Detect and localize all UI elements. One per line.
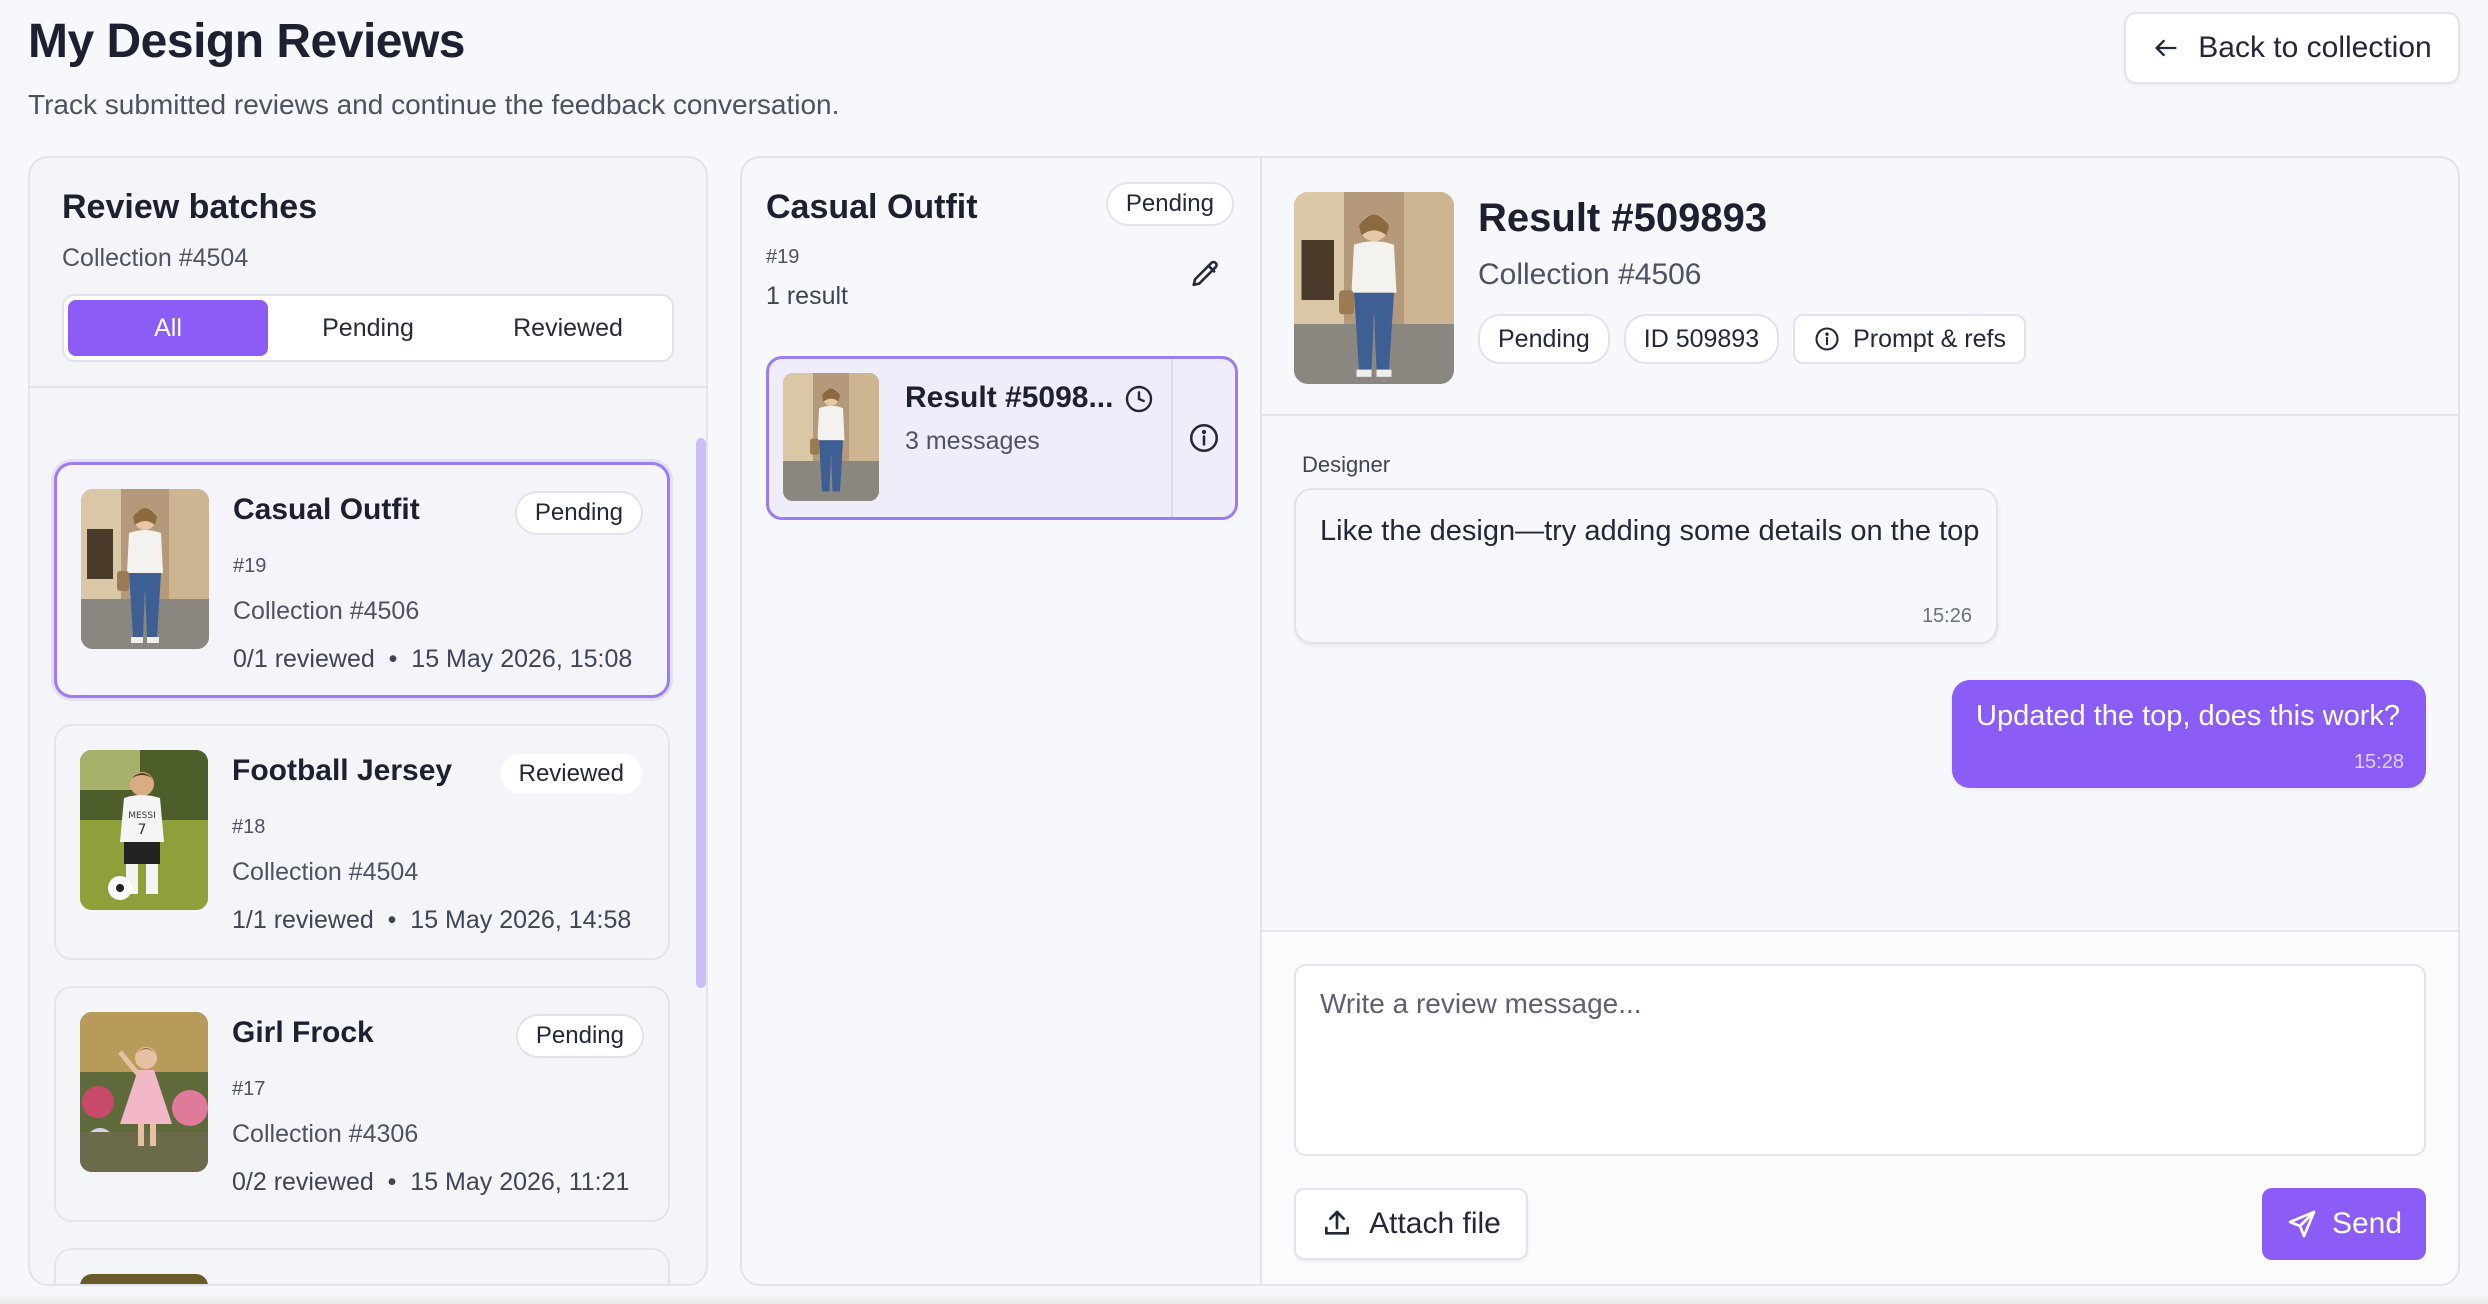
arrow-left-icon	[2152, 34, 2180, 62]
batch-collection: Collection #4306	[232, 1120, 419, 1148]
batch-card-casual-outfit[interactable]: Casual Outfit Pending #19 Collection #45…	[54, 462, 670, 698]
message-bubble-outgoing: Updated the top, does this work? 15:28	[1952, 680, 2426, 788]
result-card[interactable]: Result #5098... 3 messages	[766, 356, 1238, 520]
result-title: Result #509893	[1478, 196, 1768, 240]
message-time: 15:28	[2353, 751, 2404, 773]
filter-tab-reviewed[interactable]: Reviewed	[468, 300, 668, 356]
prompt-refs-label: Prompt & refs	[1853, 324, 2006, 353]
batches-collection: Collection #4504	[62, 244, 249, 272]
batch-date: 15 May 2026, 11:21	[410, 1168, 630, 1196]
status-badge: Pending	[514, 491, 643, 535]
send-icon	[2286, 1208, 2318, 1240]
result-collection: Collection #4506	[1478, 258, 1702, 291]
page-subtitle: Track submitted reviews and continue the…	[28, 89, 840, 120]
divider	[30, 386, 706, 388]
attach-file-button[interactable]: Attach file	[1294, 1188, 1528, 1260]
batch-progress: 1/1 reviewed	[232, 906, 374, 934]
batch-card-partial[interactable]	[54, 1248, 670, 1284]
filter-tab-all[interactable]: All	[68, 300, 268, 356]
batch-number: #18	[232, 816, 266, 838]
status-badge-label: Reviewed	[498, 752, 644, 796]
divider	[1171, 359, 1173, 517]
edit-icon[interactable]	[1188, 258, 1222, 297]
batch-number: #17	[232, 1078, 266, 1100]
batch-card-girl-frock[interactable]: Girl Frock Pending #17 Collection #4306 …	[54, 986, 670, 1222]
batch-list-scrollbar[interactable]	[696, 438, 706, 988]
attach-file-label: Attach file	[1369, 1207, 1501, 1240]
batch-result-count: 1 result	[766, 282, 848, 310]
review-batches-panel: Review batches Collection #4504 All Pend…	[28, 156, 708, 1286]
page-header: My Design Reviews Track submitted review…	[28, 14, 839, 121]
batch-detail-title: Casual Outfit	[766, 188, 978, 226]
result-id-badge: ID 509893	[1623, 314, 1780, 364]
clock-icon	[1123, 383, 1155, 420]
batch-thumbnail	[80, 1012, 208, 1172]
send-button[interactable]: Send	[2262, 1188, 2426, 1260]
batch-detail-column: Casual Outfit Pending #19 1 result Resul…	[742, 158, 1262, 1284]
batch-thumbnail	[81, 489, 209, 649]
result-thumbnail	[783, 373, 879, 501]
batch-meta: 1/1 reviewed • 15 May 2026, 14:58	[232, 906, 632, 934]
filter-tab-pending[interactable]: Pending	[268, 300, 468, 356]
batch-name: Girl Frock	[232, 1016, 374, 1049]
review-detail-panel: Casual Outfit Pending #19 1 result Resul…	[740, 156, 2460, 1286]
info-icon[interactable]	[1187, 421, 1221, 460]
page-title: My Design Reviews	[28, 15, 466, 68]
svg-text:7: 7	[138, 822, 147, 838]
message-bubble-incoming: Like the design—try adding some details …	[1294, 488, 1998, 644]
page-bottom-edge	[0, 1294, 2488, 1304]
status-badge-label: Pending	[1105, 182, 1234, 226]
batch-meta: 0/2 reviewed • 15 May 2026, 11:21	[232, 1168, 630, 1196]
batch-collection: Collection #4504	[232, 858, 419, 886]
batch-progress: 0/1 reviewed	[233, 645, 375, 673]
info-icon	[1813, 325, 1841, 353]
batch-collection: Collection #4506	[233, 597, 420, 625]
message-composer: Attach file Send	[1262, 930, 2458, 1284]
batch-number: #19	[233, 555, 267, 577]
status-badge: Pending	[1105, 182, 1234, 226]
batch-progress: 0/2 reviewed	[232, 1168, 374, 1196]
status-badge-label: Pending	[514, 491, 643, 535]
batches-title: Review batches	[62, 188, 318, 226]
batch-meta: 0/1 reviewed • 15 May 2026, 15:08	[233, 645, 633, 673]
svg-text:MESSI: MESSI	[128, 811, 156, 821]
send-label: Send	[2331, 1207, 2403, 1240]
batch-detail-number: #19	[766, 246, 800, 268]
status-badge: Reviewed	[498, 752, 644, 796]
message-text: Updated the top, does this work?	[1976, 700, 2400, 732]
batch-date: 15 May 2026, 15:08	[411, 645, 633, 673]
batch-thumbnail: MESSI 7	[80, 750, 208, 910]
prompt-refs-button[interactable]: Prompt & refs	[1793, 314, 2026, 364]
status-badge: Pending	[515, 1014, 644, 1058]
batch-date: 15 May 2026, 14:58	[410, 906, 632, 934]
back-to-collection-label: Back to collection	[2198, 31, 2432, 64]
status-badge-label: Pending	[515, 1014, 644, 1058]
upload-icon	[1321, 1208, 1353, 1240]
result-message-count: 3 messages	[905, 427, 1040, 455]
batch-card-football-jersey[interactable]: MESSI 7 Football Jersey Reviewed #18 Col…	[54, 724, 670, 960]
result-name: Result #5098...	[905, 381, 1114, 414]
review-message-input[interactable]	[1294, 964, 2426, 1156]
batch-name: Casual Outfit	[233, 493, 420, 526]
batch-thumbnail	[80, 1274, 208, 1284]
message-time: 15:26	[1921, 605, 1972, 627]
message-text: Like the design—try adding some details …	[1320, 515, 1980, 547]
batch-filter-tabs: All Pending Reviewed	[62, 294, 674, 362]
status-badge: Pending	[1478, 314, 1610, 364]
result-image	[1294, 192, 1454, 384]
back-to-collection-button[interactable]: Back to collection	[2124, 12, 2460, 84]
message-sender: Designer	[1302, 452, 1391, 477]
batch-name: Football Jersey	[232, 754, 453, 787]
result-conversation: Result #509893 Collection #4506 Pending …	[1262, 158, 2458, 1284]
result-header: Result #509893 Collection #4506 Pending …	[1262, 158, 2458, 416]
result-tags: Pending ID 509893 Prompt & refs	[1478, 314, 2026, 364]
batch-list: Casual Outfit Pending #19 Collection #45…	[54, 462, 670, 1284]
